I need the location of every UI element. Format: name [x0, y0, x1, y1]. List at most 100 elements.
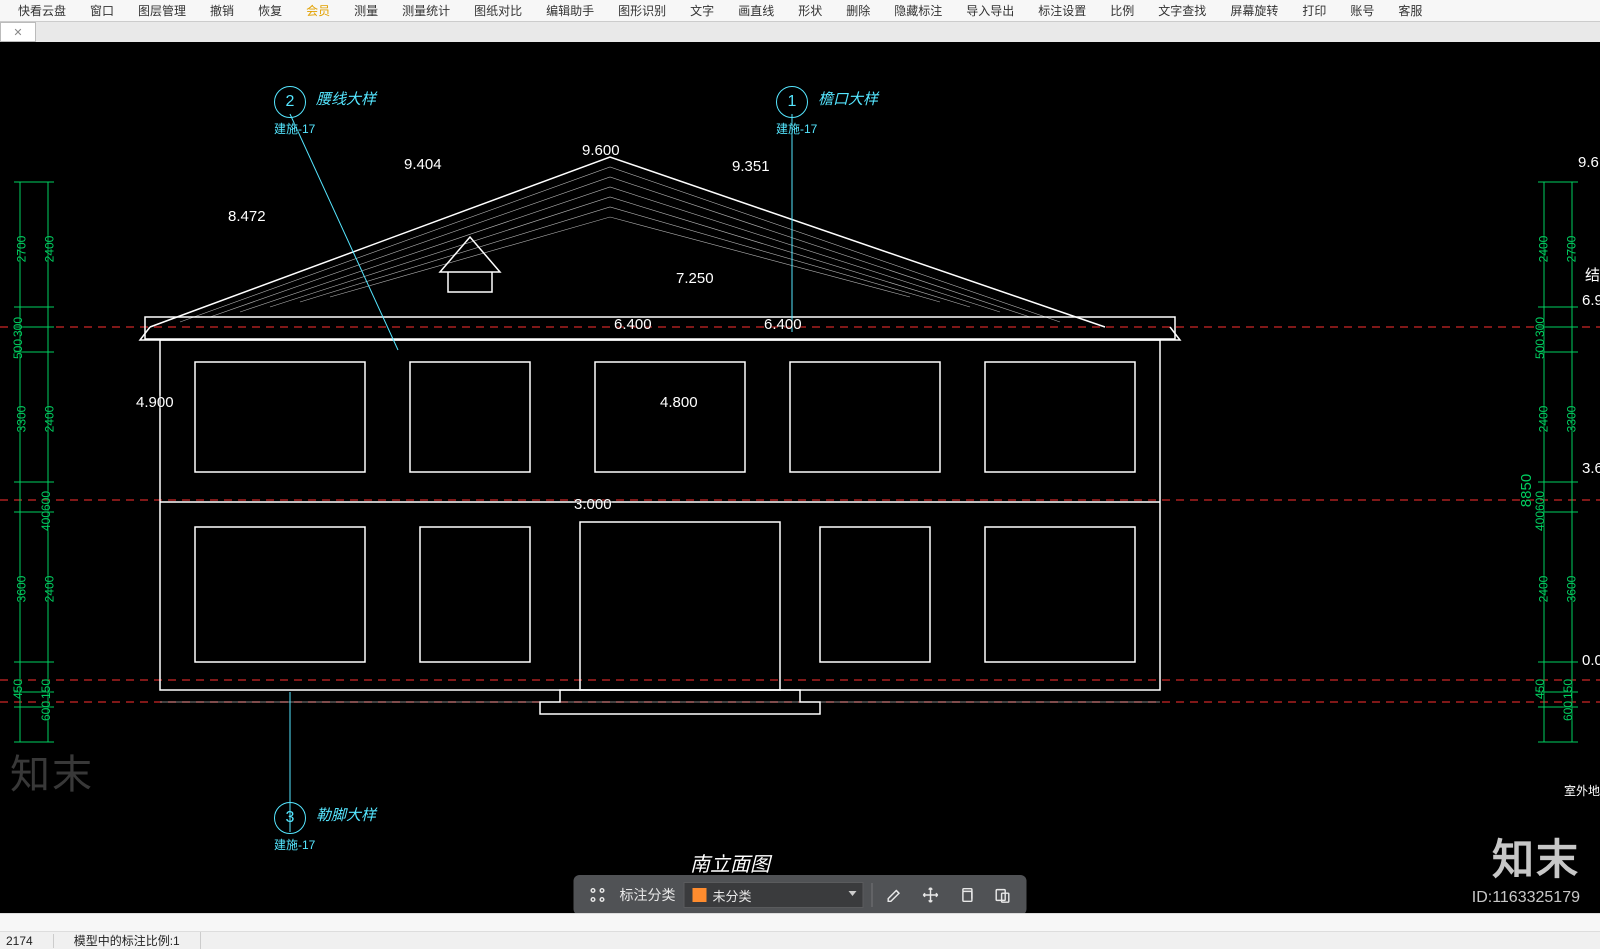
- menu-item-account[interactable]: 账号: [1338, 2, 1386, 19]
- brand-logo-text: 知末: [1472, 826, 1580, 887]
- menu-bar: 快看云盘 窗口 图层管理 撤销 恢复 会员 测量 测量统计 图纸对比 编辑助手 …: [0, 0, 1600, 22]
- paste-icon[interactable]: [989, 881, 1017, 909]
- status-bar: 2174 模型中的标注比例:1: [0, 931, 1600, 949]
- brand-id: ID:1163325179: [1472, 889, 1580, 907]
- menu-item-shape-recog[interactable]: 图形识别: [606, 2, 678, 19]
- document-tab-close[interactable]: ✕: [0, 22, 36, 42]
- dim-left-eave: 8.472: [228, 208, 266, 225]
- dim-l-2400: 2400: [42, 236, 56, 263]
- separator: [872, 883, 873, 907]
- dim-r-400: 400: [1533, 511, 1547, 531]
- command-line[interactable]: [0, 913, 1600, 931]
- dim-top-ridge: 9.600: [582, 142, 620, 159]
- dim-r-3600: 3600: [1564, 576, 1578, 603]
- dim-right-eave-partial: 9.6: [1578, 154, 1599, 171]
- detail-bubble-3[interactable]: 3: [274, 802, 306, 834]
- dim-l-3600: 3600: [14, 576, 28, 603]
- dim-r-450: 450: [1533, 679, 1547, 699]
- dim-6-9: 6.9: [1582, 292, 1600, 309]
- brand-overlay: 知末 ID:1163325179: [1472, 826, 1580, 907]
- dim-cornice-left: 6.400: [614, 316, 652, 333]
- dim-r-2700: 2700: [1564, 236, 1578, 263]
- copy-icon[interactable]: [953, 881, 981, 909]
- dim-left-4900: 4.900: [136, 394, 174, 411]
- dim-l-2400c: 2400: [42, 576, 56, 603]
- dim-l-3300: 3300: [14, 406, 28, 433]
- dim-cornice-right: 6.400: [764, 316, 802, 333]
- watermark-lower-left: 知末: [10, 742, 94, 800]
- dim-r-300: 300: [1533, 317, 1547, 337]
- menu-item-layers[interactable]: 图层管理: [126, 2, 198, 19]
- dim-r-150: 150: [1561, 679, 1575, 699]
- dim-r-500: 500: [1533, 339, 1547, 359]
- menu-item-rotate-screen[interactable]: 屏幕旋转: [1218, 2, 1290, 19]
- dim-r-3300: 3300: [1564, 406, 1578, 433]
- tab-strip: ✕: [0, 22, 1600, 42]
- chevron-down-icon: [849, 891, 857, 896]
- detail-bubble-1[interactable]: 1: [776, 86, 808, 118]
- dim-top-right-slope: 9.351: [732, 158, 770, 175]
- menu-item-vip[interactable]: 会员: [294, 2, 342, 19]
- detail-bubble-2[interactable]: 2: [274, 86, 306, 118]
- ground-note: 室外地坪: [1564, 782, 1600, 799]
- drawing-canvas[interactable]: 2 腰线大样 建施-17 1 檐口大样 建施-17 3 勒脚大样 建施-17 9…: [0, 42, 1600, 900]
- detail-ref-1: 建施-17: [776, 120, 817, 137]
- bubble-number: 1: [788, 93, 797, 111]
- menu-item-measure-stats[interactable]: 测量统计: [390, 2, 462, 19]
- dim-l-150: 150: [39, 679, 53, 699]
- menu-item-text[interactable]: 文字: [678, 2, 726, 19]
- status-coord: 2174: [6, 934, 54, 948]
- menu-item-delete[interactable]: 删除: [834, 2, 882, 19]
- label-struct: 结构: [1585, 264, 1600, 285]
- menu-item-find-text[interactable]: 文字查找: [1146, 2, 1218, 19]
- menu-item-line[interactable]: 画直线: [726, 2, 786, 19]
- menu-item-scale[interactable]: 比例: [1098, 2, 1146, 19]
- menu-item-compare[interactable]: 图纸对比: [462, 2, 534, 19]
- dim-r-2400: 2400: [1536, 236, 1550, 263]
- move-icon[interactable]: [917, 881, 945, 909]
- annot-class-dropdown[interactable]: 未分类: [684, 882, 864, 908]
- detail-label-3: 勒脚大样: [316, 804, 376, 825]
- bubble-number: 3: [286, 809, 295, 827]
- menu-item-print[interactable]: 打印: [1290, 2, 1338, 19]
- menu-item-hide-annot[interactable]: 隐藏标注: [882, 2, 954, 19]
- close-icon: ✕: [13, 26, 22, 39]
- menu-item-shape[interactable]: 形状: [786, 2, 834, 19]
- drawing-title: 南立面图: [690, 848, 770, 877]
- dim-l-600: 600: [39, 491, 53, 511]
- grid-icon[interactable]: [584, 881, 612, 909]
- bubble-number: 2: [286, 93, 295, 111]
- dim-0-0: 0.0: [1582, 652, 1600, 669]
- menu-item-window[interactable]: 窗口: [78, 2, 126, 19]
- dim-l-600b: 600: [39, 701, 53, 721]
- edit-icon[interactable]: [881, 881, 909, 909]
- dim-r-600b: 600: [1561, 701, 1575, 721]
- menu-item-redo[interactable]: 恢复: [246, 2, 294, 19]
- color-swatch-icon: [693, 888, 707, 902]
- menu-item-edit-helper[interactable]: 编辑助手: [534, 2, 606, 19]
- dim-mid-3000: 3.000: [574, 496, 612, 513]
- menu-item-support[interactable]: 客服: [1386, 2, 1434, 19]
- dim-l-400: 400: [39, 511, 53, 531]
- detail-ref-2: 建施-17: [274, 120, 315, 137]
- menu-item-cloud[interactable]: 快看云盘: [6, 2, 78, 19]
- menu-item-undo[interactable]: 撤销: [198, 2, 246, 19]
- dim-l-2400b: 2400: [42, 406, 56, 433]
- dim-top-left-slope: 9.404: [404, 156, 442, 173]
- status-scale: 模型中的标注比例:1: [74, 932, 201, 949]
- annot-class-label: 标注分类: [620, 885, 676, 905]
- dim-mid-4800: 4.800: [660, 394, 698, 411]
- dim-r-2400c: 2400: [1536, 576, 1550, 603]
- menu-item-measure[interactable]: 测量: [342, 2, 390, 19]
- dim-mid-roof: 7.250: [676, 270, 714, 287]
- dim-l-450: 450: [11, 679, 25, 699]
- dropdown-value: 未分类: [713, 886, 752, 905]
- menu-item-annot-settings[interactable]: 标注设置: [1026, 2, 1098, 19]
- dim-r-8850: 8850: [1518, 474, 1535, 507]
- menu-item-import-export[interactable]: 导入导出: [954, 2, 1026, 19]
- dim-l-300: 300: [11, 317, 25, 337]
- detail-label-2: 腰线大样: [316, 88, 376, 109]
- dim-l-2700: 2700: [14, 236, 28, 263]
- dim-3-6: 3.6: [1582, 460, 1600, 477]
- cad-drawing: [0, 42, 1600, 900]
